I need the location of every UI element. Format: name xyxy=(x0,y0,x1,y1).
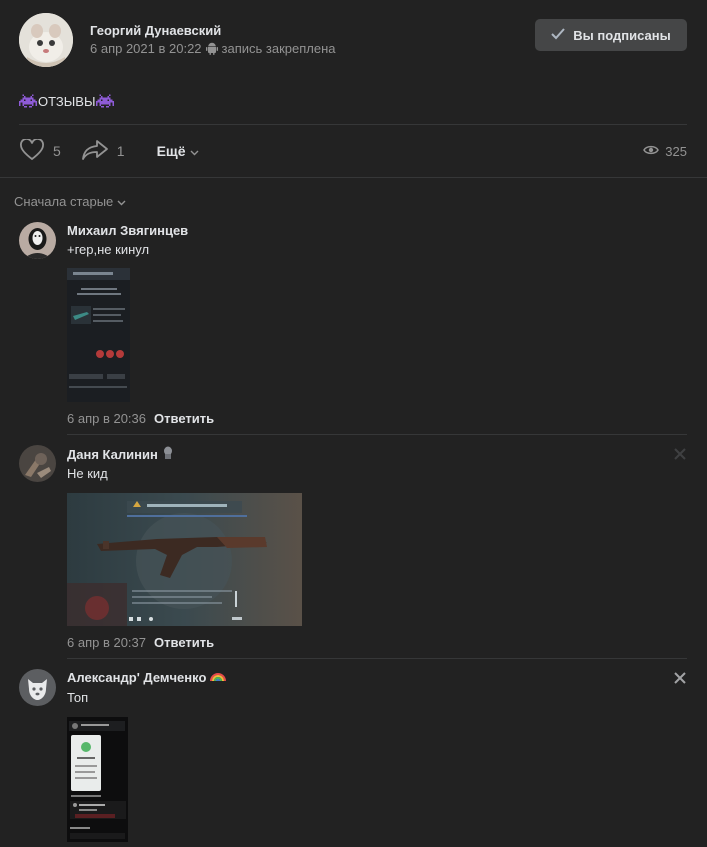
subscribed-button[interactable]: Вы подписаны xyxy=(535,19,687,51)
comment-footer: 6 апр в 20:36 Ответить xyxy=(67,411,214,426)
comment-footer: 6 апр в 20:37 Ответить xyxy=(67,635,214,650)
comment-author-avatar[interactable] xyxy=(19,222,56,259)
comments-sort-dropdown[interactable]: Сначала старые xyxy=(14,194,126,209)
close-icon[interactable] xyxy=(674,671,686,684)
post-author-name[interactable]: Георгий Дунаевский xyxy=(90,23,221,38)
comment-divider xyxy=(67,434,687,435)
like-count: 5 xyxy=(53,143,61,159)
comment-author-label: Даня Калинин xyxy=(67,447,158,462)
more-label: Ещё xyxy=(156,143,186,159)
close-icon[interactable] xyxy=(674,447,686,460)
chevron-down-icon xyxy=(190,143,199,159)
comment-author-name[interactable]: Даня Калинин xyxy=(67,446,174,463)
comment-author-avatar[interactable] xyxy=(19,445,56,482)
more-button[interactable]: Ещё xyxy=(157,143,199,159)
chevron-down-icon xyxy=(117,194,126,209)
invader-icon xyxy=(19,93,37,109)
rainbow-icon xyxy=(210,670,227,685)
sort-label: Сначала старые xyxy=(14,194,114,209)
heart-icon xyxy=(19,137,45,164)
post-meta: 6 апр 2021 в 20:22 запись закреплена xyxy=(90,41,336,56)
reply-button[interactable]: Ответить xyxy=(154,411,214,426)
comment-author-label: Александр' Демченко xyxy=(67,670,207,685)
eye-icon xyxy=(643,144,660,159)
actions-divider xyxy=(0,177,707,178)
views-count: 325 xyxy=(665,143,687,159)
comment-attachment-image[interactable] xyxy=(67,717,128,842)
invader-icon xyxy=(96,93,115,109)
comment-date[interactable]: 6 апр в 20:36 xyxy=(67,411,146,426)
pinned-label: запись закреплена xyxy=(221,41,336,56)
subscribed-label: Вы подписаны xyxy=(573,27,671,43)
comment-author-name[interactable]: Александр' Демченко xyxy=(67,670,227,685)
check-icon xyxy=(551,27,566,43)
comment-text: Не кид xyxy=(67,466,108,481)
views-counter: 325 xyxy=(643,144,687,159)
android-icon xyxy=(205,42,218,55)
reply-button[interactable]: Ответить xyxy=(154,635,214,650)
post-date[interactable]: 6 апр 2021 в 20:22 xyxy=(90,41,202,56)
comment-author-avatar[interactable] xyxy=(19,669,56,706)
sticker-icon xyxy=(162,446,174,463)
comment-text: Топ xyxy=(67,690,89,705)
post-text-content: отзывы xyxy=(38,93,96,109)
share-icon xyxy=(81,139,109,164)
comment-divider xyxy=(67,658,687,659)
like-button[interactable]: 5 xyxy=(19,137,61,164)
comment-text: +гер,не кинул xyxy=(67,242,150,257)
comment-date[interactable]: 6 апр в 20:37 xyxy=(67,635,146,650)
post-divider xyxy=(19,124,687,125)
share-count: 1 xyxy=(116,143,125,159)
post-card: Георгий Дунаевский 6 апр 2021 в 20:22 за… xyxy=(0,0,707,847)
post-actions: 5 1 Ещё 325 xyxy=(19,137,687,165)
comment-attachment-image[interactable] xyxy=(67,493,302,626)
comment-author-name[interactable]: Михаил Звягинцев xyxy=(67,223,188,238)
comment-attachment-image[interactable] xyxy=(67,268,130,402)
share-button[interactable]: 1 xyxy=(81,139,125,164)
post-text: отзывы xyxy=(19,93,115,109)
post-author-avatar[interactable] xyxy=(19,13,73,67)
